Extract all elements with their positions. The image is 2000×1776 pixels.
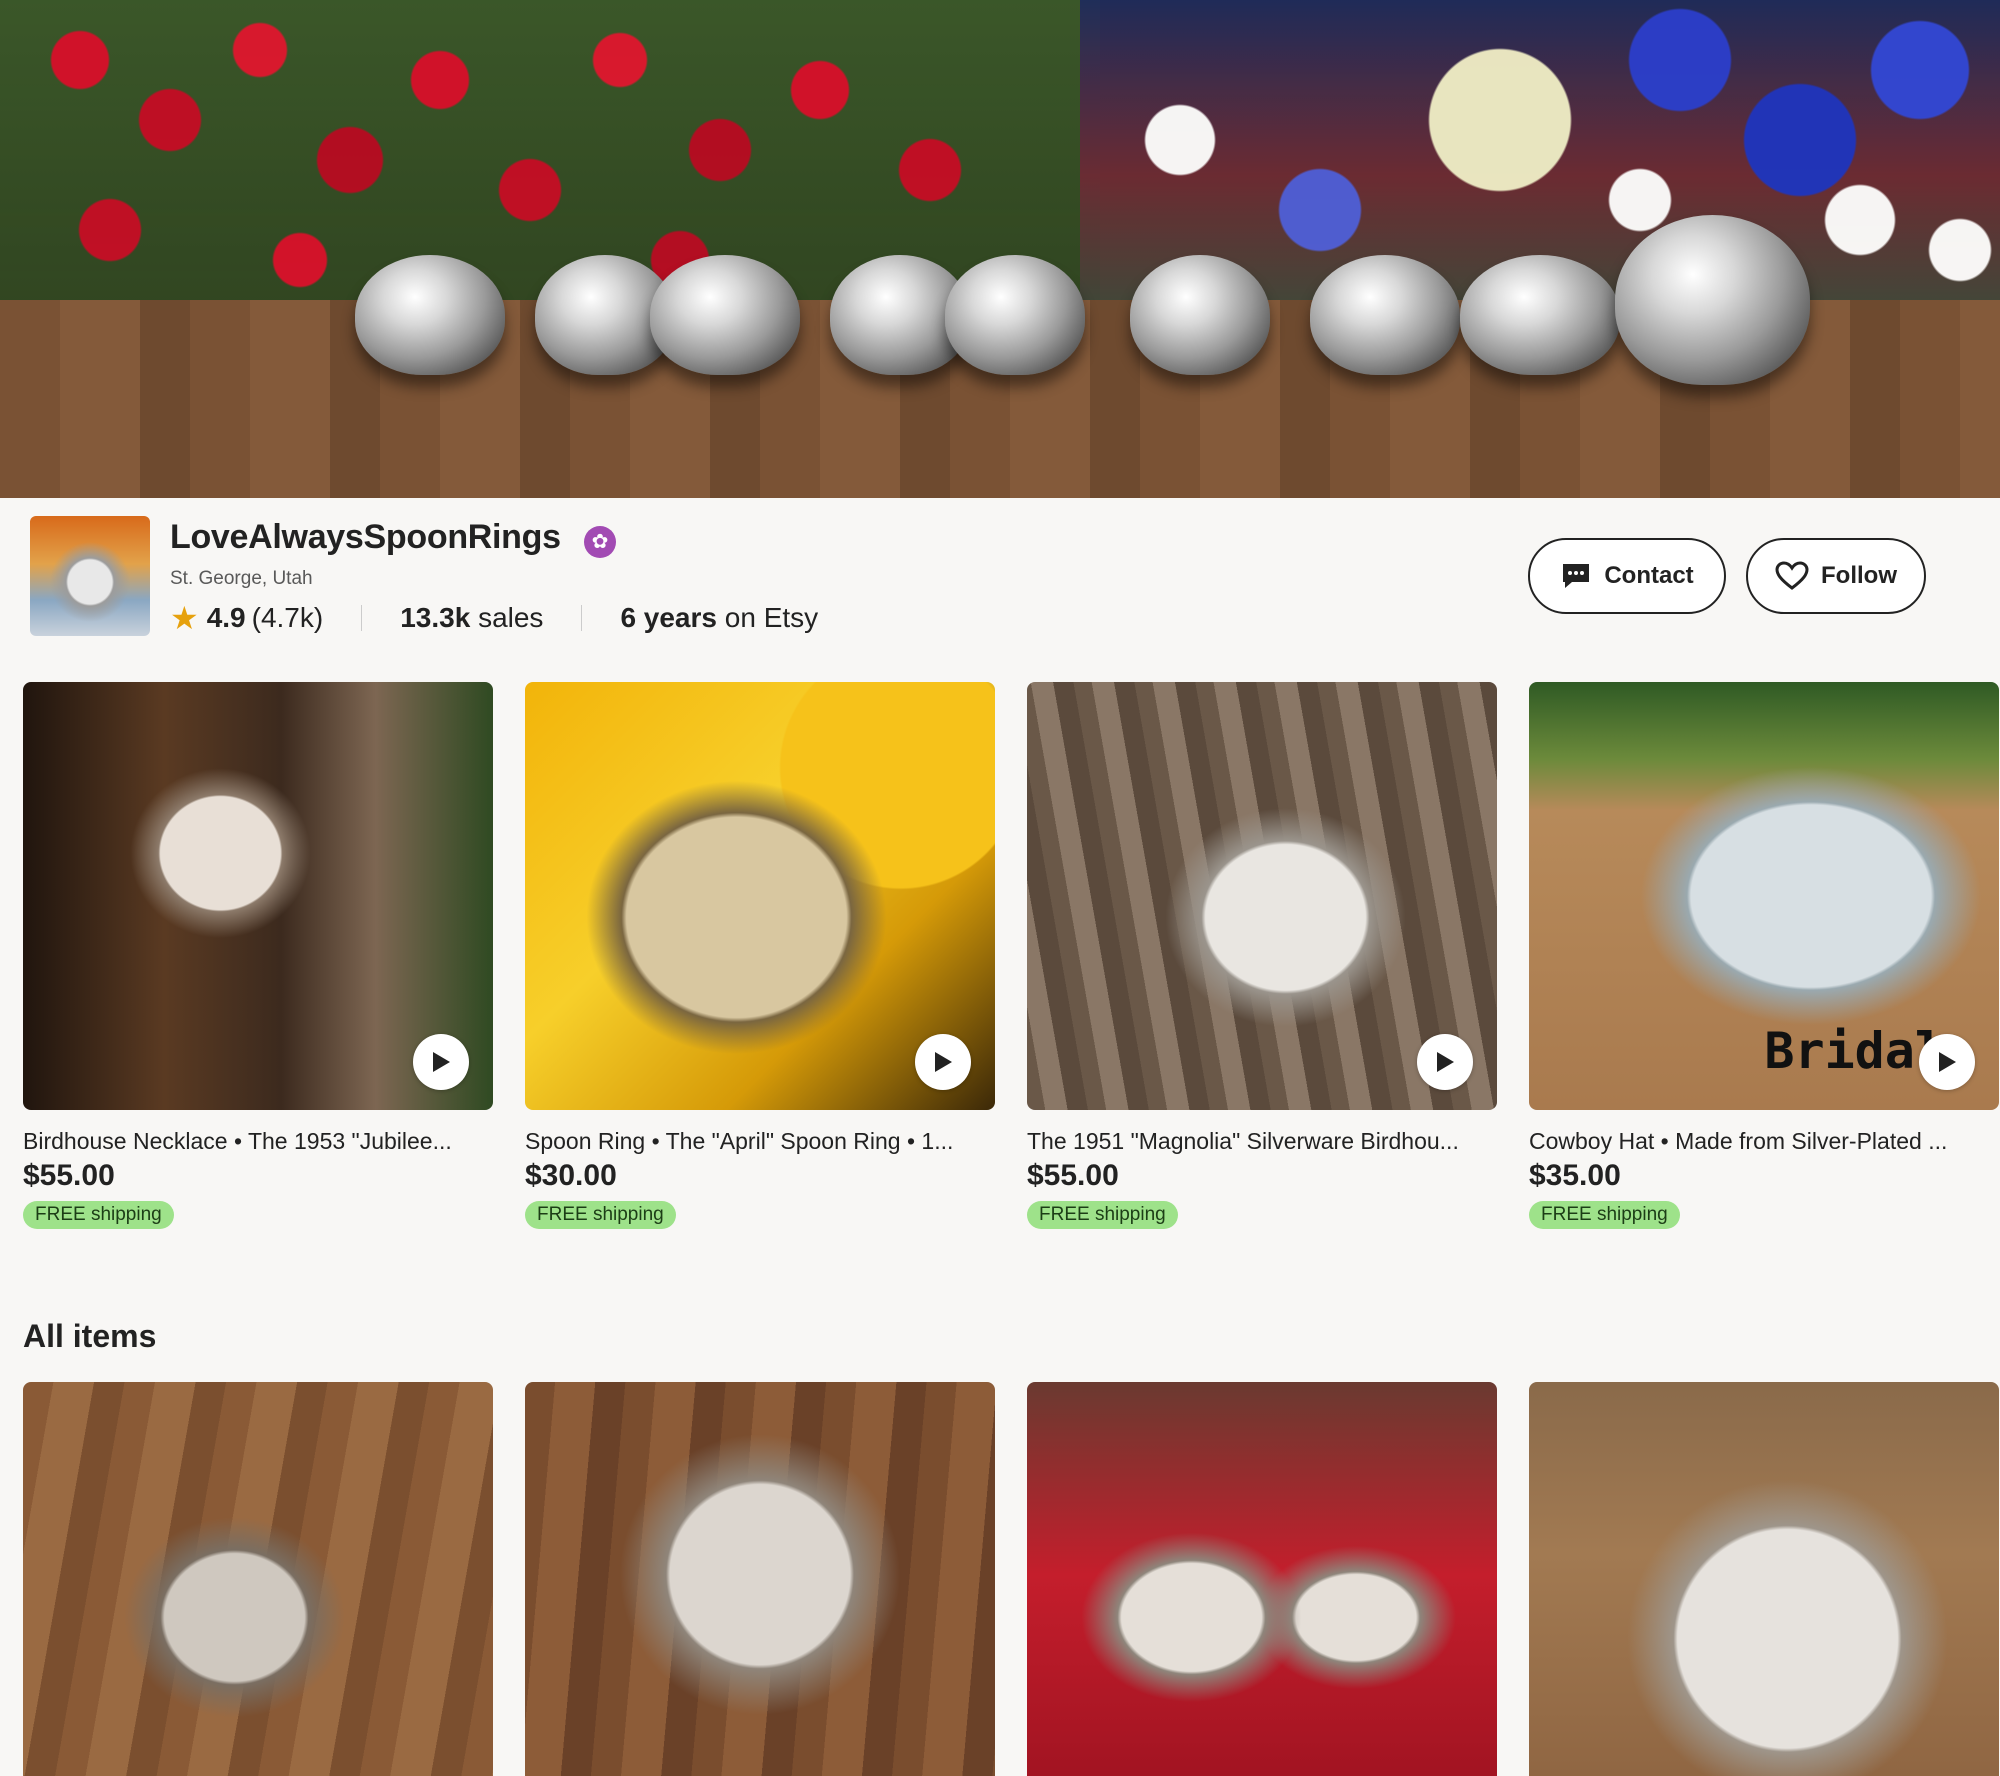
listing-title[interactable]: The 1951 "Magnolia" Silverware Birdhou..… (1027, 1128, 1492, 1155)
follow-button[interactable]: Follow (1746, 538, 1926, 614)
shop-name[interactable]: LoveAlwaysSpoonRings (170, 518, 561, 557)
listing-image[interactable] (1027, 1382, 1497, 1776)
free-shipping-badge: FREE shipping (1027, 1201, 1178, 1229)
banner-ring (1460, 255, 1620, 375)
listing-image[interactable] (23, 1382, 493, 1776)
star-seller-badge-icon[interactable]: ✿ (584, 526, 616, 558)
shop-rating[interactable]: 4.9 (207, 602, 246, 634)
banner-ring (945, 255, 1085, 375)
shop-banner-image (0, 0, 2000, 498)
contact-button[interactable]: Contact (1528, 538, 1726, 614)
shop-header: LoveAlwaysSpoonRings ✿ St. George, Utah … (0, 498, 2000, 678)
listing-image[interactable] (525, 682, 995, 1110)
play-video-icon[interactable] (1417, 1034, 1473, 1090)
listing-price: $35.00 (1529, 1159, 1621, 1192)
listing-card[interactable] (525, 1382, 995, 1776)
listing-card[interactable] (1529, 1382, 1999, 1776)
listing-price: $55.00 (23, 1159, 115, 1192)
banner-ring (1615, 215, 1810, 385)
shop-rating-count[interactable]: (4.7k) (252, 602, 324, 634)
shop-location: St. George, Utah (170, 568, 313, 589)
shop-years-label: on Etsy (724, 602, 819, 633)
play-video-icon[interactable] (413, 1034, 469, 1090)
all-items-heading: All items (23, 1318, 157, 1354)
listing-card[interactable]: Birdhouse Necklace • The 1953 "Jubilee..… (23, 682, 493, 1229)
listing-image[interactable] (1027, 682, 1497, 1110)
stats-divider (581, 605, 583, 631)
listing-card[interactable]: Bridal Cowboy Hat • Made from Silver-Pla… (1529, 682, 1999, 1229)
play-video-icon[interactable] (915, 1034, 971, 1090)
listing-title[interactable]: Birdhouse Necklace • The 1953 "Jubilee..… (23, 1128, 488, 1155)
contact-label: Contact (1604, 562, 1694, 589)
listing-title[interactable]: Spoon Ring • The "April" Spoon Ring • 1.… (525, 1128, 990, 1155)
message-icon (1560, 561, 1592, 591)
play-video-icon[interactable] (1919, 1034, 1975, 1090)
listing-card[interactable] (23, 1382, 493, 1776)
shop-stats: ★ 4.9 (4.7k) 13.3k sales 6 years on Etsy (170, 598, 818, 638)
listing-image[interactable] (23, 682, 493, 1110)
stats-divider (361, 605, 363, 631)
listing-card[interactable]: Spoon Ring • The "April" Spoon Ring • 1.… (525, 682, 995, 1229)
listing-price: $30.00 (525, 1159, 617, 1192)
banner-ring (650, 255, 800, 375)
shop-logo[interactable] (30, 516, 150, 636)
listing-image[interactable] (525, 1382, 995, 1776)
star-icon: ★ (170, 600, 199, 636)
free-shipping-badge: FREE shipping (1529, 1201, 1680, 1229)
image-overlay-text: Bridal (1764, 1022, 1945, 1080)
listing-title[interactable]: Cowboy Hat • Made from Silver-Plated ... (1529, 1128, 1994, 1155)
listing-price: $55.00 (1027, 1159, 1119, 1192)
follow-label: Follow (1821, 562, 1897, 589)
shop-sales-number: 13.3k (400, 602, 471, 633)
shop-sales-label: sales (478, 602, 544, 633)
heart-icon (1775, 561, 1809, 591)
listing-image[interactable] (1529, 1382, 1999, 1776)
free-shipping-badge: FREE shipping (525, 1201, 676, 1229)
shop-years-number: 6 years (620, 602, 717, 633)
free-shipping-badge: FREE shipping (23, 1201, 174, 1229)
banner-ring (1130, 255, 1270, 375)
banner-ring (1310, 255, 1460, 375)
listing-card[interactable] (1027, 1382, 1497, 1776)
listing-card[interactable]: The 1951 "Magnolia" Silverware Birdhou..… (1027, 682, 1497, 1229)
listing-image[interactable]: Bridal (1529, 682, 1999, 1110)
banner-ring (355, 255, 505, 375)
